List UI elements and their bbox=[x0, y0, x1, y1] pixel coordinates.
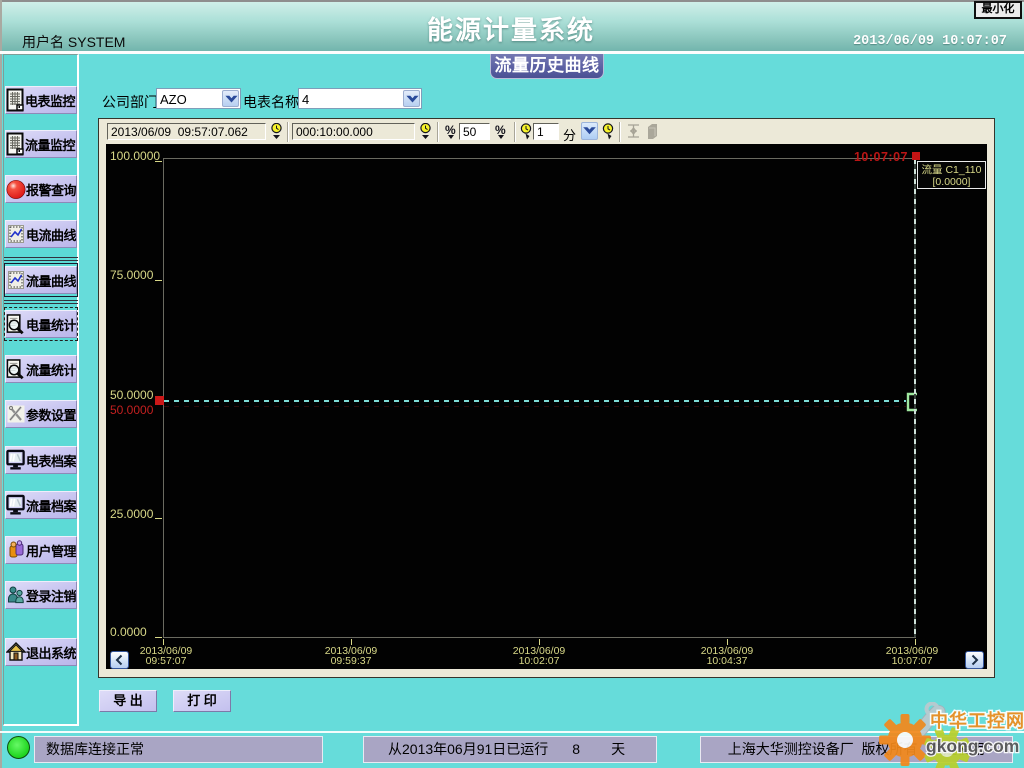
svg-text:中华工控网: 中华工控网 bbox=[930, 710, 1024, 731]
svg-text:%: % bbox=[495, 123, 506, 137]
svg-text:gkong.com: gkong.com bbox=[926, 736, 1019, 756]
svg-text:%: % bbox=[445, 123, 456, 137]
